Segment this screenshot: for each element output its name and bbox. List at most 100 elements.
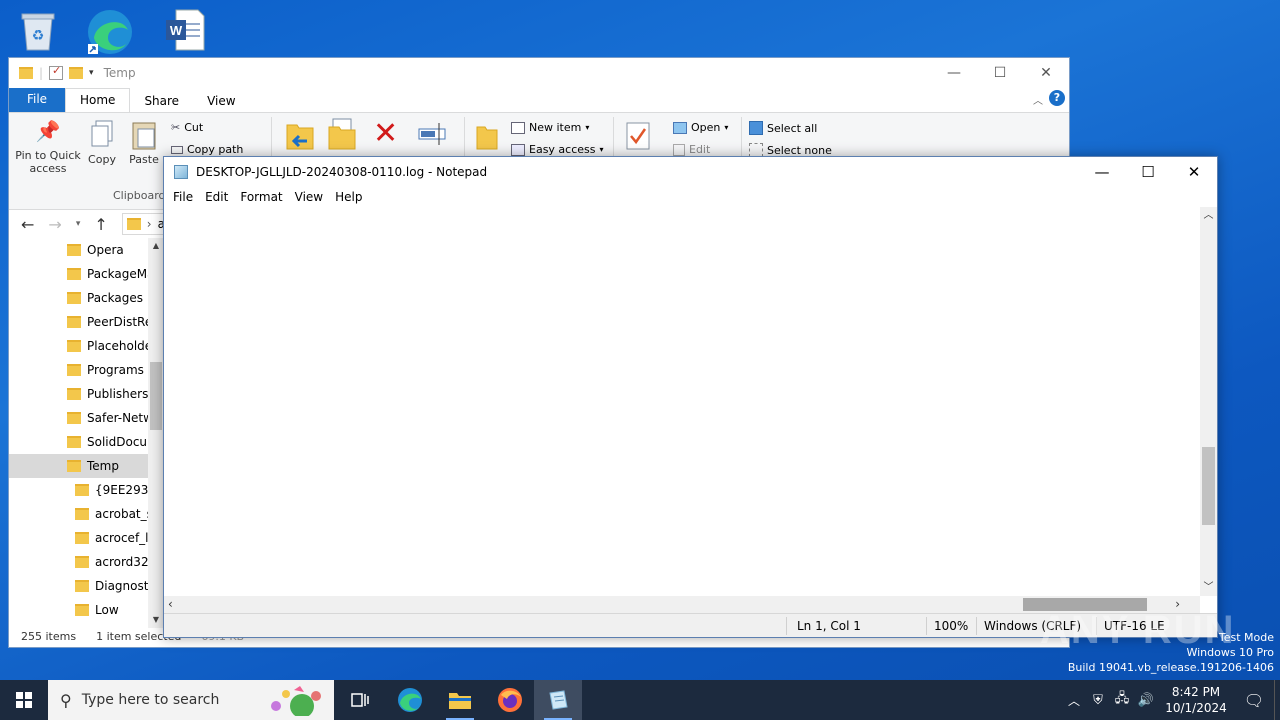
task-view-button[interactable] [336,680,384,720]
back-arrow-icon[interactable]: ← [21,215,34,234]
menu-help[interactable]: Help [329,190,368,204]
quick-access-toolbar: | ✓ ▾ [19,64,94,80]
navigation-bar: ← → ▾ ↑ › ac [9,210,169,238]
notepad-vertical-scrollbar[interactable]: ︿ ﹀ [1200,207,1217,596]
tree-item[interactable]: Low [9,598,148,622]
security-icon[interactable]: ⛨ [1086,693,1110,708]
collapse-ribbon-icon[interactable]: ︿ [1033,92,1043,107]
tree-item[interactable]: Safer-Netwo [9,406,148,430]
menu-format[interactable]: Format [234,190,288,204]
forward-arrow-icon[interactable]: → [48,215,61,234]
minimize-button[interactable]: — [931,58,977,88]
tab-home[interactable]: Home [65,88,131,112]
tree-item-label: Temp [87,459,119,473]
tree-item[interactable]: Packages [9,286,148,310]
edge-desktop-icon[interactable] [86,8,132,54]
delete-icon[interactable]: ✕ [373,119,398,149]
scrollbar-thumb[interactable] [1202,447,1215,525]
tree-item[interactable]: acrobat_sb [9,502,148,526]
scroll-down-icon[interactable]: ▼ [148,612,164,628]
navigation-pane-scrollbar[interactable]: ▲ ▼ [148,238,164,628]
show-desktop-button[interactable] [1274,680,1280,720]
recent-locations-chevron-icon[interactable]: ▾ [76,219,81,229]
open-button[interactable]: Open ▾ [673,121,728,134]
test-mode-watermark: Test Mode Windows 10 Pro Build 19041.vb_… [1067,631,1274,674]
tree-item[interactable]: PeerDistRep [9,310,148,334]
scroll-up-icon[interactable]: ︿ [1200,207,1217,224]
taskbar-search-box[interactable]: ⚲ Type here to search [48,680,334,720]
ribbon-tabs: File Home Share View ︿ ? [9,88,1069,112]
dropdown-arrow-icon: ▾ [724,123,729,132]
scroll-down-icon[interactable]: ﹀ [1200,579,1217,596]
clock-time: 8:42 PM [1171,685,1221,699]
cursor-position: Ln 1, Col 1 [797,619,861,633]
firefox-taskbar-button[interactable] [486,680,534,720]
new-folder-icon[interactable] [69,67,84,79]
notepad-text-area[interactable] [164,207,1200,596]
tree-item[interactable]: Placeholder [9,334,148,358]
explorer-title-bar[interactable]: | ✓ ▾ Temp — ☐ ✕ [9,58,1069,88]
close-button[interactable]: ✕ [1023,58,1069,88]
volume-icon[interactable]: 🔊 [1134,693,1158,708]
tab-file[interactable]: File [9,88,65,112]
customize-toolbar-dropdown-icon[interactable]: ▾ [89,68,94,78]
help-icon[interactable]: ? [1049,90,1065,106]
recycle-bin-icon[interactable]: ♻ [16,8,60,52]
notifications-icon[interactable]: 🗨 [1234,691,1274,710]
new-item-button[interactable]: New item ▾ [511,121,589,134]
maximize-button[interactable]: ☐ [977,58,1023,88]
copy-path-button[interactable]: Copy path [171,143,243,156]
start-button[interactable] [0,680,48,720]
minimize-button[interactable]: — [1079,157,1125,187]
tree-item[interactable]: {9EE293E3- [9,478,148,502]
copy-to-icon[interactable] [327,117,357,154]
tree-item[interactable]: Temp [9,454,148,478]
taskbar-clock[interactable]: 8:42 PM 10/1/2024 [1158,684,1234,716]
tree-item[interactable]: Publishers [9,382,148,406]
tree-item[interactable]: SolidDocum [9,430,148,454]
select-none-button[interactable]: Select none [749,143,832,157]
word-document-icon[interactable]: W [164,8,208,52]
show-hidden-icons-chevron-icon[interactable]: ︿ [1062,692,1086,709]
folder-icon [75,532,89,544]
file-explorer-taskbar-button[interactable] [436,680,484,720]
network-icon[interactable]: 🖧 [1110,689,1134,711]
edge-taskbar-button[interactable] [386,680,434,720]
scroll-left-icon[interactable]: ‹ [168,597,173,611]
properties-big-icon[interactable] [625,121,651,154]
paste-button[interactable]: Paste [119,119,169,166]
folder-icon [67,412,81,424]
edit-button[interactable]: Edit [673,143,710,156]
move-to-icon[interactable] [285,119,315,154]
tree-item[interactable]: acrocef_lo [9,526,148,550]
tree-item[interactable]: Programs [9,358,148,382]
scrollbar-thumb[interactable] [150,362,162,430]
notepad-taskbar-button[interactable] [534,680,582,720]
notepad-window[interactable]: DESKTOP-JGLLJLD-20240308-0110.log - Note… [163,156,1218,638]
clipboard-group-label: Clipboard [113,189,166,202]
scroll-up-icon[interactable]: ▲ [148,238,164,254]
menu-file[interactable]: File [167,190,199,204]
tree-item[interactable]: Diagnostic [9,574,148,598]
new-folder-big-icon[interactable] [475,121,499,154]
close-button[interactable]: ✕ [1171,157,1217,187]
tree-item-label: Packages [87,291,143,305]
cut-button[interactable]: ✂ Cut [171,121,203,134]
rename-icon[interactable] [417,121,449,152]
up-arrow-icon[interactable]: ↑ [94,215,107,234]
tree-item[interactable]: PackageMa [9,262,148,286]
tree-item[interactable]: Opera [9,238,148,262]
notepad-title-bar[interactable]: DESKTOP-JGLLJLD-20240308-0110.log - Note… [164,157,1217,187]
select-all-button[interactable]: Select all [749,121,817,135]
tab-view[interactable]: View [193,90,249,112]
navigation-pane[interactable]: Opera PackageMa Packages PeerDistRep Placeho… [9,238,164,628]
maximize-button[interactable]: ☐ [1125,157,1171,187]
tab-share[interactable]: Share [130,90,193,112]
tree-item[interactable]: acrord32_s [9,550,148,574]
pin-to-quick-access-button[interactable]: 📌 Pin to Quick access [13,119,83,175]
properties-icon[interactable]: ✓ [49,64,64,80]
address-bar[interactable]: › ac [121,213,168,235]
menu-view[interactable]: View [289,190,329,204]
easy-access-button[interactable]: Easy access ▾ [511,143,604,156]
menu-edit[interactable]: Edit [199,190,234,204]
